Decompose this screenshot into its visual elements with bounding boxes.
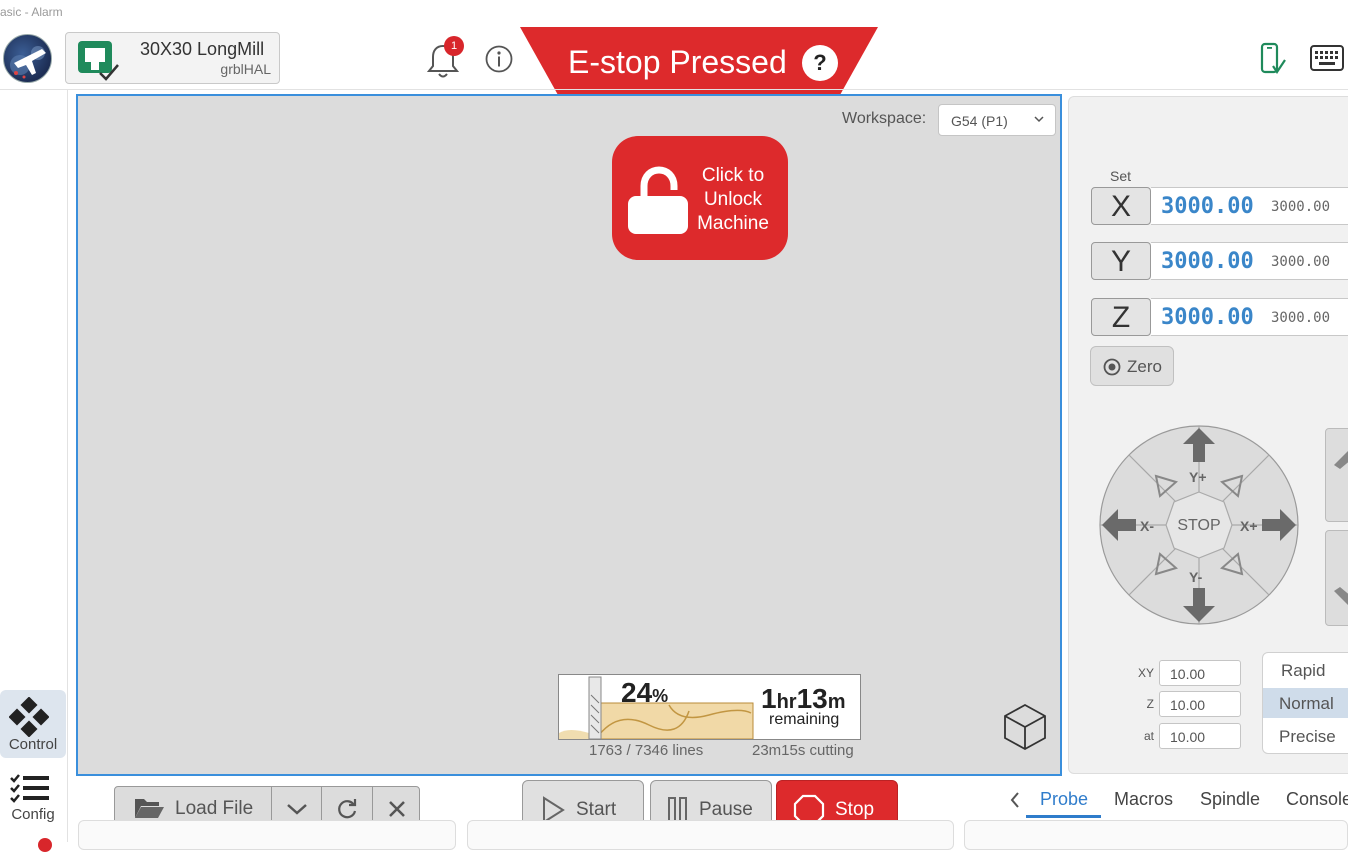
folder-open-icon — [135, 799, 164, 818]
active-tab-indicator — [1026, 815, 1101, 818]
workspace-value: G54 (P1) — [951, 113, 1008, 129]
machine-connected-icon — [76, 39, 119, 81]
bottom-panel-job-info — [467, 820, 954, 850]
jog-x-minus-button[interactable]: X- — [1140, 518, 1154, 534]
estop-message: E-stop Pressed — [568, 44, 787, 80]
target-icon — [1103, 358, 1121, 376]
workspace-select[interactable]: G54 (P1) — [938, 104, 1056, 136]
app-logo — [3, 34, 52, 83]
progress-percent: 24% — [621, 677, 669, 708]
axis-x-machine-value: 3000.00 — [1271, 199, 1331, 215]
remote-mode-phone-icon[interactable] — [1257, 42, 1287, 78]
keyboard-shortcuts-icon[interactable] — [1310, 44, 1346, 72]
control-icon — [9, 697, 49, 737]
config-checklist-icon — [10, 774, 49, 803]
chevron-down-icon — [1034, 116, 1044, 123]
lines-progress: 1763 / 7346 lines — [589, 742, 704, 759]
bottom-panel-file-info — [78, 820, 456, 850]
jog-z-plus-button[interactable] — [1325, 428, 1348, 522]
notification-count-badge: 1 — [444, 36, 464, 56]
remaining-label: remaining — [769, 711, 840, 728]
tabs-scroll-left-icon[interactable] — [1008, 790, 1022, 810]
zero-label: Zero — [1127, 357, 1162, 376]
feed-rate-input[interactable]: 10.00 — [1159, 723, 1241, 749]
nav-label-control: Control — [8, 736, 58, 753]
axis-x-button[interactable]: X — [1091, 187, 1151, 225]
axis-x-work-value: 3000.00 — [1161, 194, 1254, 219]
axis-y-button[interactable]: Y — [1091, 242, 1151, 280]
axis-x-field[interactable]: 3000.00 3000.00 — [1151, 187, 1348, 225]
unlock-machine-button[interactable]: Click to Unlock Machine — [612, 136, 788, 260]
stop-label: Stop — [835, 799, 875, 820]
axis-y-work-value: 3000.00 — [1161, 249, 1254, 274]
header-divider — [0, 89, 1348, 90]
bottom-panel-tools — [964, 820, 1348, 850]
tab-macros[interactable]: Macros — [1114, 789, 1173, 810]
speed-precise-option[interactable]: Precise — [1263, 721, 1348, 751]
axis-z-field[interactable]: 3000.00 3000.00 — [1151, 298, 1348, 336]
step-xy-label: XY — [1137, 666, 1154, 680]
machine-selector[interactable]: 30X30 LongMill grblHAL — [65, 32, 280, 84]
axis-y-machine-value: 3000.00 — [1271, 254, 1331, 270]
speed-rapid-option[interactable]: Rapid — [1263, 655, 1348, 685]
feed-rate-label: at — [1143, 729, 1154, 743]
estop-help-button[interactable]: ? — [802, 45, 838, 81]
window-title: asic - Alarm — [0, 5, 63, 19]
step-xy-input[interactable]: 10.00 — [1159, 660, 1241, 686]
set-label: Set — [1110, 168, 1132, 184]
jog-y-minus-button[interactable]: Y- — [1189, 569, 1202, 585]
speed-normal-option[interactable]: Normal — [1263, 688, 1348, 718]
jog-z-minus-button[interactable] — [1325, 530, 1348, 626]
axis-z-work-value: 3000.00 — [1161, 305, 1254, 330]
load-file-label: Load File — [175, 798, 254, 819]
step-z-label: Z — [1146, 697, 1154, 711]
close-icon — [389, 801, 405, 817]
zero-button[interactable]: Zero — [1090, 346, 1174, 386]
job-progress-panel: 24% 1hr13m remaining — [558, 674, 861, 740]
jog-y-plus-button[interactable]: Y+ — [1189, 469, 1207, 485]
refresh-icon — [338, 799, 357, 819]
unlock-icon — [628, 166, 688, 234]
start-label: Start — [576, 799, 617, 820]
nav-item-config[interactable]: Config — [0, 766, 66, 826]
info-icon[interactable] — [484, 44, 514, 74]
jog-stop-button[interactable]: STOP — [1174, 517, 1224, 535]
sidebar-divider — [67, 89, 68, 842]
workspace-label: Workspace: — [842, 110, 927, 127]
jog-pad: STOP Y+ Y- X- X+ — [1098, 424, 1300, 626]
nav-item-control[interactable]: Control — [0, 690, 66, 758]
pause-label: Pause — [699, 799, 753, 820]
unlock-label: Click to Unlock Machine — [697, 165, 769, 234]
chevron-down-icon — [287, 804, 307, 815]
tab-probe[interactable]: Probe — [1040, 789, 1088, 810]
axis-z-button[interactable]: Z — [1091, 298, 1151, 336]
jog-speed-presets: Rapid Normal Precise — [1262, 652, 1348, 754]
machine-name: 30X30 LongMill — [140, 39, 265, 59]
firmware-label: grblHAL — [220, 61, 271, 77]
nav-alert-dot — [38, 838, 52, 852]
jog-x-plus-button[interactable]: X+ — [1240, 518, 1258, 534]
step-z-input[interactable]: 10.00 — [1159, 691, 1241, 717]
view-cube-icon[interactable] — [1002, 702, 1048, 752]
axis-z-machine-value: 3000.00 — [1271, 310, 1331, 326]
cutting-time: 23m15s cutting — [752, 742, 854, 759]
nav-label-config: Config — [11, 806, 55, 823]
tab-spindle[interactable]: Spindle — [1200, 789, 1260, 810]
axis-y-field[interactable]: 3000.00 3000.00 — [1151, 242, 1348, 280]
tab-console[interactable]: Console — [1286, 789, 1348, 810]
